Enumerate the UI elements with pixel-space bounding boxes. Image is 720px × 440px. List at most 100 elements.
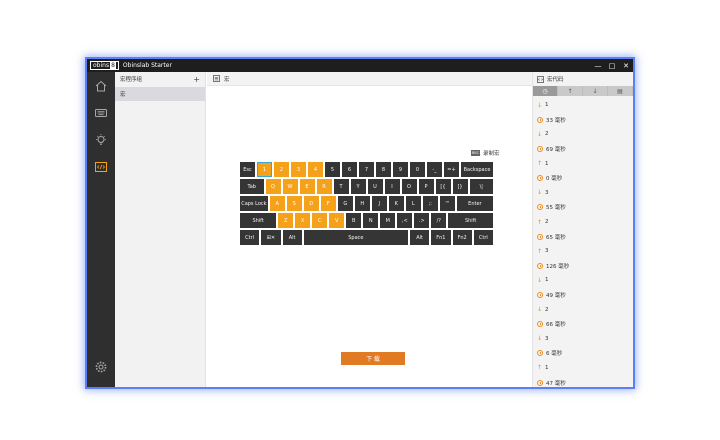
add-macro-button[interactable]: +: [193, 75, 200, 84]
key[interactable]: Ctrl: [473, 230, 493, 245]
key[interactable]: X: [295, 213, 311, 228]
arrow-down-icon[interactable]: ↓: [583, 86, 608, 96]
macro-entry[interactable]: 6 毫秒: [533, 346, 633, 361]
key[interactable]: E: [299, 179, 315, 194]
gear-icon[interactable]: [94, 360, 108, 374]
key[interactable]: 8: [376, 162, 391, 177]
key[interactable]: ,<: [397, 213, 413, 228]
key[interactable]: .>: [414, 213, 430, 228]
key[interactable]: -_: [427, 162, 442, 177]
key[interactable]: D: [303, 196, 319, 211]
macro-group-item[interactable]: 宏: [115, 87, 205, 101]
key[interactable]: /?: [431, 213, 447, 228]
key[interactable]: B: [346, 213, 362, 228]
home-icon[interactable]: [94, 79, 108, 93]
macro-code-icon[interactable]: [94, 160, 108, 174]
key[interactable]: 9: [393, 162, 408, 177]
key[interactable]: I: [384, 179, 400, 194]
key[interactable]: J: [371, 196, 387, 211]
key[interactable]: 4: [308, 162, 323, 177]
key[interactable]: Z: [278, 213, 294, 228]
key[interactable]: 0: [410, 162, 425, 177]
key[interactable]: K: [388, 196, 404, 211]
macro-entry[interactable]: ↑ 3: [533, 244, 633, 259]
key[interactable]: V: [329, 213, 345, 228]
key[interactable]: 2: [274, 162, 289, 177]
arrow-up-icon[interactable]: ↑: [558, 86, 583, 96]
macro-entry[interactable]: 69 毫秒: [533, 142, 633, 157]
key[interactable]: Caps Lock: [240, 196, 268, 211]
key[interactable]: W: [282, 179, 298, 194]
macro-entry[interactable]: 55 毫秒: [533, 200, 633, 215]
lightbulb-icon[interactable]: [94, 133, 108, 147]
key[interactable]: Space: [303, 230, 408, 245]
key[interactable]: F: [320, 196, 336, 211]
key[interactable]: 7: [359, 162, 374, 177]
key[interactable]: 6: [342, 162, 357, 177]
key[interactable]: 3: [291, 162, 306, 177]
macro-entry[interactable]: ↓ 2: [533, 302, 633, 317]
macro-entry[interactable]: ↓ 2: [533, 127, 633, 142]
key[interactable]: T: [333, 179, 349, 194]
macro-entry-text: 47 毫秒: [546, 380, 566, 387]
clock-icon[interactable]: ◷: [533, 86, 558, 96]
key[interactable]: ]}: [452, 179, 468, 194]
key[interactable]: [{: [435, 179, 451, 194]
record-macro-button[interactable]: REC 录制宏: [471, 149, 500, 157]
delete-icon[interactable]: ▤: [608, 86, 633, 96]
key[interactable]: O: [401, 179, 417, 194]
key[interactable]: Alt: [410, 230, 430, 245]
key[interactable]: ⊞✕: [261, 230, 281, 245]
macro-entry[interactable]: ↑ 1: [533, 156, 633, 171]
key[interactable]: U: [367, 179, 383, 194]
macro-entry[interactable]: 47 毫秒: [533, 375, 633, 387]
logo-mark: 8: [110, 62, 116, 69]
key[interactable]: H: [354, 196, 370, 211]
key[interactable]: L: [405, 196, 421, 211]
minimize-button[interactable]: —: [591, 59, 605, 72]
key[interactable]: 1: [257, 162, 272, 177]
key[interactable]: 5: [325, 162, 340, 177]
key[interactable]: Alt: [282, 230, 302, 245]
macro-entry[interactable]: ↓ 1: [533, 273, 633, 288]
macro-entry[interactable]: ↓ 3: [533, 186, 633, 201]
key[interactable]: N: [363, 213, 379, 228]
key[interactable]: '": [439, 196, 455, 211]
key[interactable]: Shift: [448, 213, 493, 228]
key[interactable]: Esc: [240, 162, 255, 177]
key[interactable]: G: [337, 196, 353, 211]
macro-code-panel: 宏代码 ◷ ↑ ↓ ▤ ↓ 1 33 毫秒 ↓ 2 69 毫秒 ↑ 1 0 毫秒 ↓ 3 55 毫秒 ↑ 2 65…: [532, 72, 633, 387]
key[interactable]: Enter: [456, 196, 493, 211]
macro-entry[interactable]: ↓ 3: [533, 332, 633, 347]
key[interactable]: A: [269, 196, 285, 211]
macro-entry[interactable]: ↓ 1: [533, 98, 633, 113]
macro-entry[interactable]: ↑ 2: [533, 215, 633, 230]
key[interactable]: =+: [444, 162, 459, 177]
key[interactable]: Fn2: [452, 230, 472, 245]
macro-entry[interactable]: 65 毫秒: [533, 229, 633, 244]
keyboard-icon[interactable]: [94, 106, 108, 120]
key[interactable]: M: [380, 213, 396, 228]
download-button[interactable]: 下 载: [341, 352, 405, 365]
macro-entry[interactable]: 49 毫秒: [533, 288, 633, 303]
macro-entry[interactable]: 66 毫秒: [533, 317, 633, 332]
key[interactable]: Q: [265, 179, 281, 194]
key[interactable]: \|: [469, 179, 493, 194]
key[interactable]: P: [418, 179, 434, 194]
macro-entry[interactable]: 0 毫秒: [533, 171, 633, 186]
key[interactable]: Fn1: [431, 230, 451, 245]
key[interactable]: R: [316, 179, 332, 194]
macro-entry[interactable]: 33 毫秒: [533, 113, 633, 128]
key[interactable]: Y: [350, 179, 366, 194]
macro-entry[interactable]: ↑ 1: [533, 361, 633, 376]
key[interactable]: Tab: [240, 179, 264, 194]
key[interactable]: Shift: [240, 213, 277, 228]
maximize-button[interactable]: □: [605, 59, 619, 72]
macro-entry[interactable]: 126 毫秒: [533, 259, 633, 274]
key[interactable]: Backspace: [461, 162, 493, 177]
key[interactable]: S: [286, 196, 302, 211]
key[interactable]: C: [312, 213, 328, 228]
key[interactable]: Ctrl: [240, 230, 260, 245]
key[interactable]: ;:: [422, 196, 438, 211]
close-button[interactable]: ✕: [619, 59, 633, 72]
